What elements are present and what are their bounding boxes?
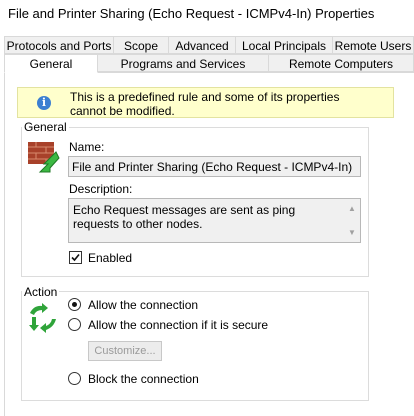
scroll-down-icon[interactable]: ▼ — [348, 228, 356, 237]
description-scrollbar[interactable]: ▲ ▼ — [344, 199, 360, 242]
radio-block-connection[interactable] — [68, 372, 81, 385]
action-group-title: Action — [22, 285, 60, 299]
name-field[interactable]: File and Printer Sharing (Echo Request -… — [68, 156, 361, 177]
title-bar: File and Printer Sharing (Echo Request -… — [0, 0, 414, 30]
block-connection-label: Block the connection — [88, 372, 199, 386]
general-group-title: General — [22, 120, 69, 134]
radio-allow-if-secure[interactable] — [68, 318, 81, 331]
enabled-checkbox[interactable] — [69, 251, 82, 264]
scroll-up-icon[interactable]: ▲ — [348, 204, 356, 213]
tab-general[interactable]: General — [4, 54, 98, 73]
tab-protocols-and-ports[interactable]: Protocols and Ports — [4, 36, 114, 54]
allow-connection-label: Allow the connection — [88, 298, 199, 312]
info-icon: i — [37, 96, 51, 110]
info-banner-text: This is a predefined rule and some of it… — [70, 90, 340, 118]
description-label: Description: — [69, 182, 133, 196]
tab-local-principals[interactable]: Local Principals — [235, 36, 333, 54]
window-title: File and Printer Sharing (Echo Request -… — [8, 6, 375, 21]
enabled-label: Enabled — [88, 251, 133, 265]
tab-scope[interactable]: Scope — [113, 36, 169, 54]
tab-advanced[interactable]: Advanced — [168, 36, 236, 54]
action-arrows-icon — [29, 303, 56, 333]
tab-remote-computers[interactable]: Remote Computers — [268, 54, 414, 72]
allow-if-secure-label: Allow the connection if it is secure — [88, 318, 269, 332]
name-label: Name: — [69, 140, 105, 154]
description-field[interactable]: Echo Request messages are sent as ping r… — [68, 198, 361, 243]
info-banner: i This is a predefined rule and some of … — [17, 87, 394, 118]
checkmark-icon — [71, 253, 80, 262]
radio-allow-connection[interactable] — [68, 298, 81, 311]
tab-programs-and-services[interactable]: Programs and Services — [97, 54, 269, 72]
customize-button[interactable]: Customize... — [88, 341, 162, 361]
firewall-rule-icon — [28, 142, 60, 173]
tab-remote-users[interactable]: Remote Users — [332, 36, 414, 54]
name-value: File and Printer Sharing (Echo Request -… — [72, 160, 353, 174]
description-value: Echo Request messages are sent as ping r… — [73, 203, 296, 231]
